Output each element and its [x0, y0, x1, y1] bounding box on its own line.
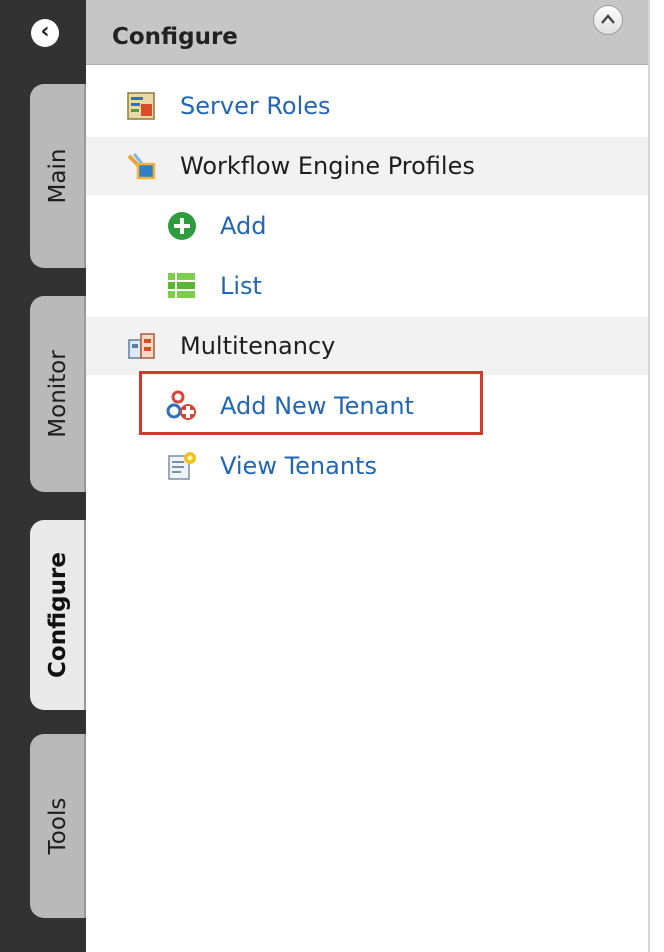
tab-tools[interactable]: Tools — [30, 734, 86, 918]
tab-monitor[interactable]: Monitor — [30, 296, 86, 492]
tab-tools-label: Tools — [45, 797, 71, 855]
multitenancy-icon — [128, 333, 155, 359]
tab-configure[interactable]: Configure — [30, 520, 86, 710]
chevron-left-icon: ‹ — [40, 19, 50, 44]
menu-item-server-roles[interactable]: Server Roles — [86, 77, 648, 135]
tab-main[interactable]: Main — [30, 84, 86, 268]
chevron-up-icon — [601, 14, 615, 24]
panel-header: Configure — [86, 0, 648, 65]
server-roles-icon — [127, 92, 155, 120]
tab-configure-label: Configure — [45, 552, 71, 678]
collapse-section-button[interactable] — [593, 5, 623, 35]
vertical-tab-rail: ‹ Main Monitor Configure Tools — [0, 0, 86, 952]
configure-panel: Configure Server Roles Workflow Engine P… — [86, 0, 664, 952]
menu-section-multitenancy: Multitenancy — [86, 317, 648, 375]
menu-item-label: Add — [220, 212, 267, 240]
workflow-engine-icon — [127, 153, 156, 180]
menu-section-label: Multitenancy — [180, 332, 336, 360]
menu-section-label: Workflow Engine Profiles — [180, 152, 475, 180]
menu-item-label: List — [220, 272, 262, 300]
menu-item-view-tenants[interactable]: View Tenants — [86, 437, 648, 495]
collapse-menu-button[interactable]: ‹ — [31, 19, 59, 47]
highlight-box — [139, 371, 483, 435]
menu-section-workflow-engine-profiles: Workflow Engine Profiles — [86, 137, 648, 195]
menu-item-label: View Tenants — [220, 452, 377, 480]
tab-main-label: Main — [45, 148, 71, 204]
menu-item-list[interactable]: List — [86, 257, 648, 315]
view-tenants-icon — [168, 452, 196, 480]
panel-title: Configure — [112, 24, 238, 50]
add-icon — [168, 212, 196, 240]
panel-divider — [648, 0, 650, 952]
menu-item-label: Server Roles — [180, 92, 331, 120]
menu-item-add[interactable]: Add — [86, 197, 648, 255]
tab-monitor-label: Monitor — [45, 350, 71, 438]
list-icon — [168, 273, 195, 298]
